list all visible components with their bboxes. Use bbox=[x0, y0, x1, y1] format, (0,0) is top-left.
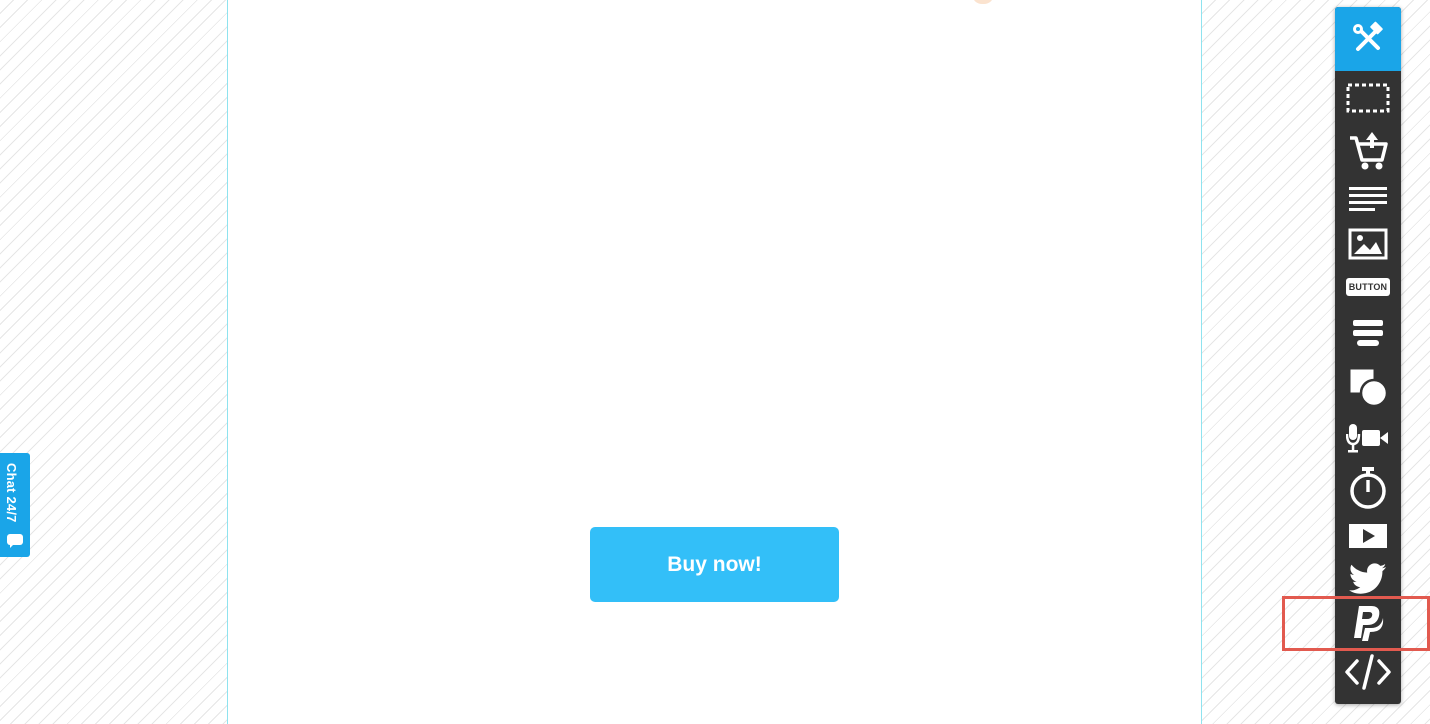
button-icon: BUTTON bbox=[1346, 278, 1390, 296]
canvas-decoration bbox=[972, 0, 994, 4]
tool-twitter[interactable] bbox=[1335, 557, 1401, 601]
tools-icon bbox=[1353, 21, 1383, 51]
tool-video[interactable] bbox=[1335, 517, 1401, 555]
chat-bubble-icon bbox=[7, 534, 23, 548]
tool-section[interactable] bbox=[1335, 73, 1401, 123]
tool-button[interactable]: BUTTON bbox=[1335, 269, 1401, 305]
form-fields-icon bbox=[1353, 320, 1383, 346]
image-icon bbox=[1348, 228, 1388, 260]
tool-builder[interactable] bbox=[1335, 7, 1401, 71]
shapes-icon bbox=[1349, 368, 1389, 408]
tool-media[interactable] bbox=[1335, 417, 1401, 461]
tool-paypal[interactable] bbox=[1335, 601, 1401, 645]
buy-now-button[interactable]: Buy now! bbox=[590, 527, 839, 602]
tool-shapes[interactable] bbox=[1335, 361, 1401, 413]
microphone-camera-icon bbox=[1346, 424, 1388, 453]
code-icon bbox=[1345, 654, 1391, 690]
text-lines-icon bbox=[1349, 187, 1387, 211]
element-toolbar: BUTTON bbox=[1335, 7, 1401, 704]
video-play-icon bbox=[1349, 524, 1387, 548]
timer-icon bbox=[1350, 467, 1386, 509]
paypal-icon bbox=[1354, 606, 1384, 641]
tool-timer[interactable] bbox=[1335, 463, 1401, 513]
twitter-icon bbox=[1349, 563, 1387, 594]
chat-label: Chat 24/7 bbox=[4, 463, 19, 523]
tool-form[interactable] bbox=[1335, 311, 1401, 355]
dashed-rectangle-icon bbox=[1346, 83, 1390, 113]
page-canvas: Buy now! bbox=[227, 0, 1202, 724]
tool-cart[interactable] bbox=[1335, 123, 1401, 175]
tool-code[interactable] bbox=[1335, 647, 1401, 697]
shopping-cart-icon bbox=[1350, 132, 1388, 170]
tool-text[interactable] bbox=[1335, 177, 1401, 221]
tool-image[interactable] bbox=[1335, 223, 1401, 265]
chat-tab[interactable]: Chat 24/7 bbox=[0, 453, 30, 557]
